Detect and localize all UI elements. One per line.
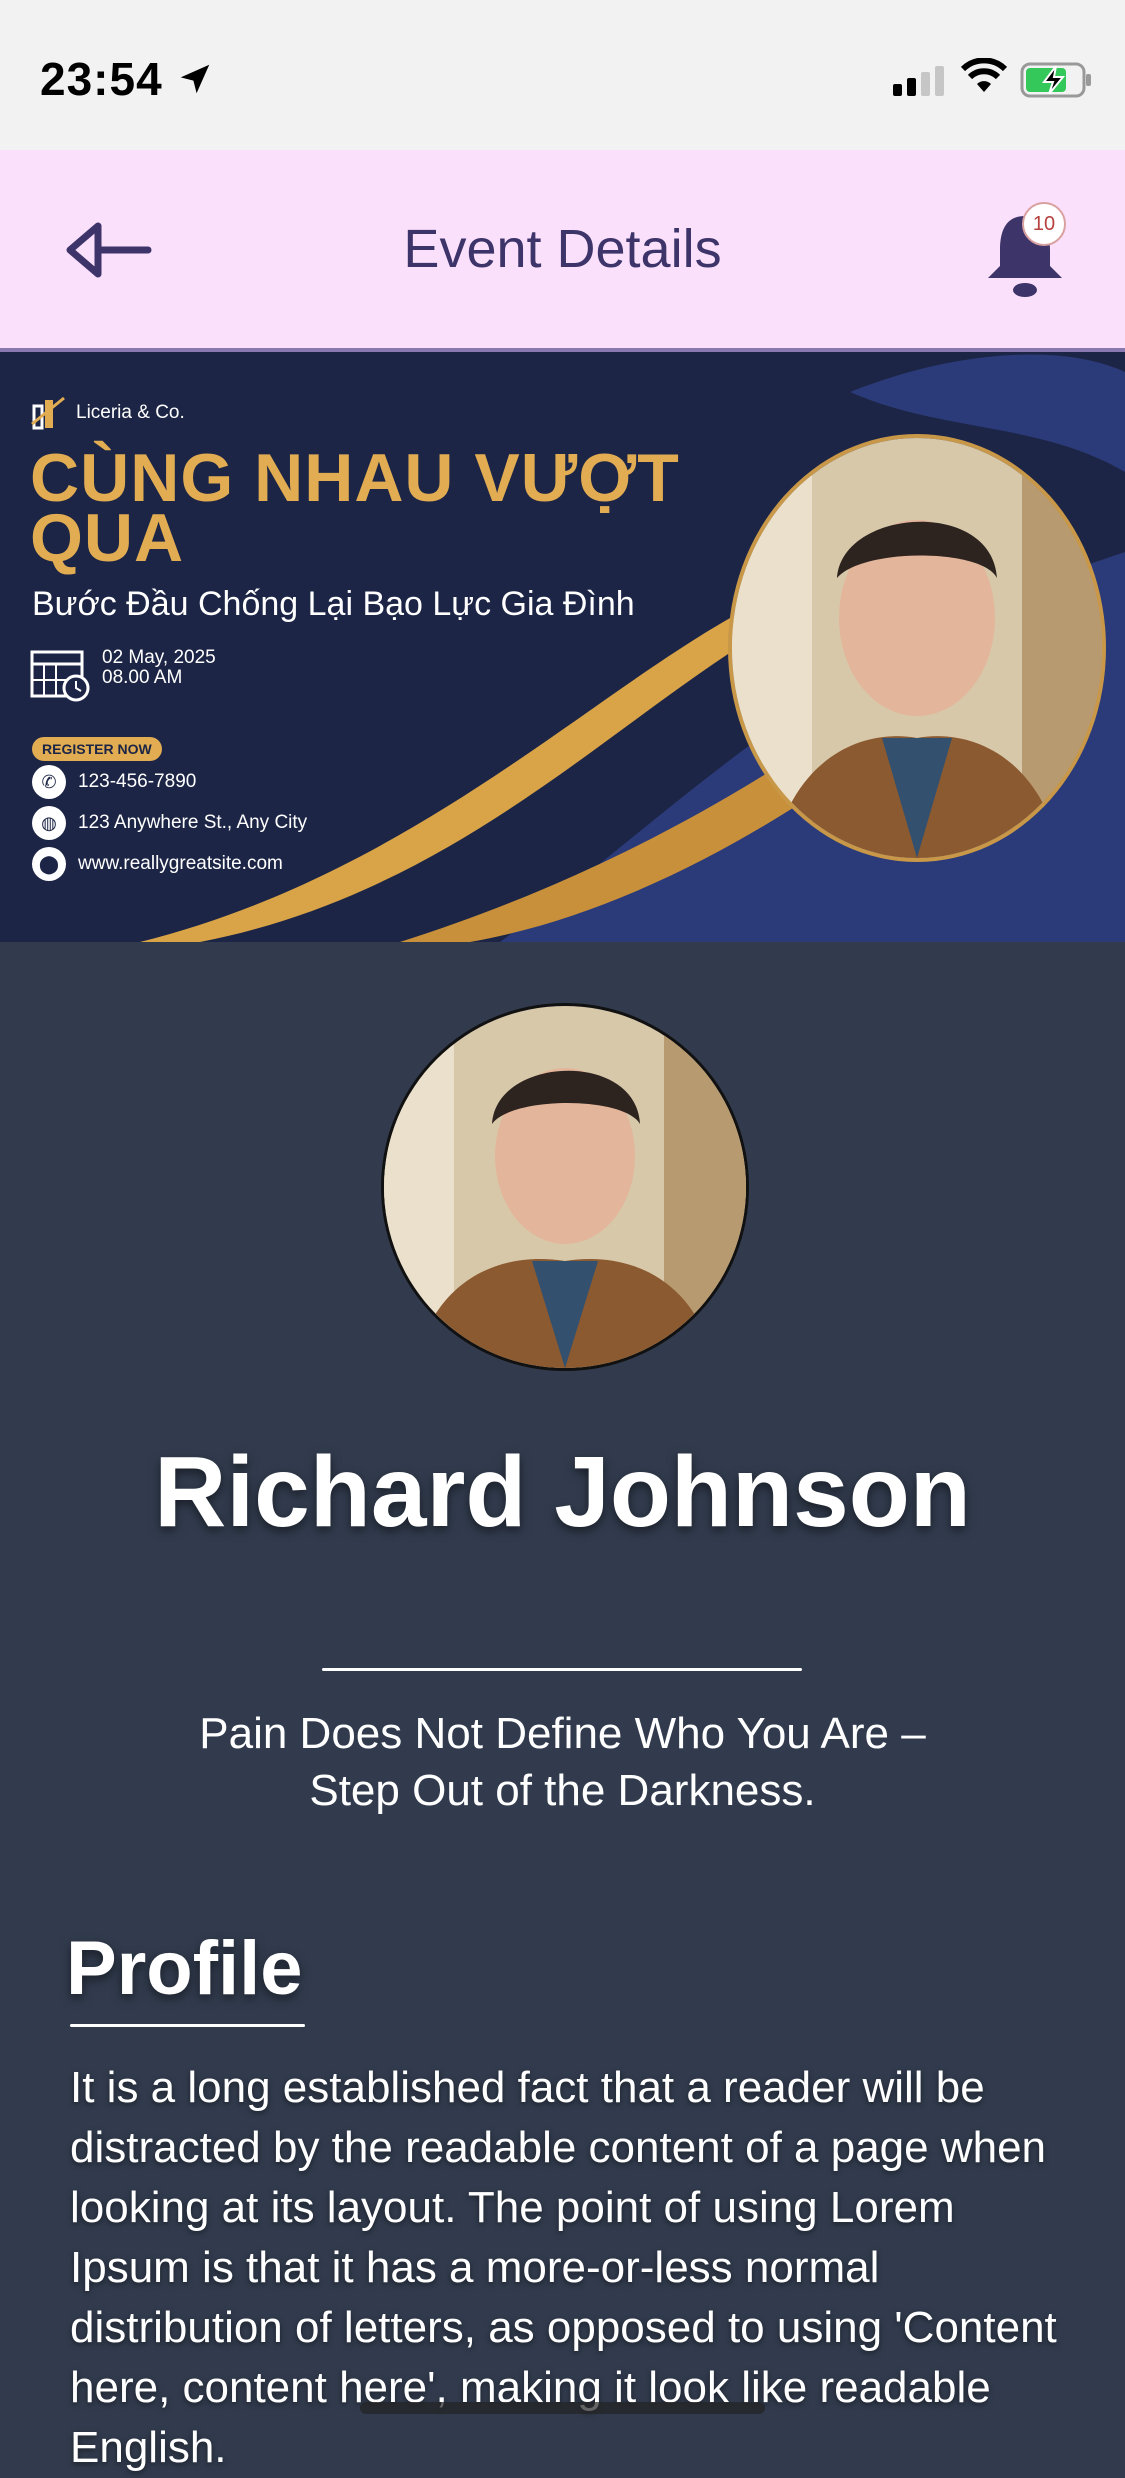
brand-logo-icon [31, 396, 65, 430]
battery-charging-icon [1020, 62, 1091, 98]
location-arrow-icon [180, 64, 210, 94]
wifi-icon [960, 58, 1008, 92]
cellular-signal-icon [893, 66, 944, 96]
profile-heading: Profile [66, 1926, 303, 2011]
speaker-tagline: Pain Does Not Define Who You Are – Step … [199, 1709, 926, 1815]
page-title: Event Details [403, 219, 722, 279]
address-row: ◍ 123 Anywhere St., Any City [32, 806, 307, 840]
calendar-icon [30, 650, 90, 702]
speaker-avatar [381, 1003, 749, 1371]
speaker-name: Richard Johnson [154, 1436, 971, 1548]
notifications-button[interactable]: 10 [980, 202, 1070, 302]
status-time: 23:54 [40, 53, 163, 105]
phone-row: ✆ 123-456-7890 [32, 765, 196, 799]
event-date: 02 May, 2025 [102, 647, 216, 668]
phone-icon: ✆ [32, 765, 66, 799]
location-pin-icon: ⬤ [32, 847, 66, 881]
event-banner: Liceria & Co. CÙNG NHAU VƯỢT QUA Bước Đầ… [0, 352, 1125, 942]
name-underline [322, 1668, 802, 1671]
brand-name: Liceria & Co. [76, 402, 185, 423]
phone-number: 123-456-7890 [78, 771, 197, 792]
event-time: 08.00 AM [102, 667, 183, 688]
register-badge: REGISTER NOW [32, 737, 162, 761]
status-bar: 23:54 [0, 0, 1125, 150]
website-row: ⬤ www.reallygreatsite.com [32, 847, 283, 881]
app-header: Event Details 10 [0, 150, 1125, 352]
banner-speaker-photo [728, 434, 1106, 862]
event-date-block: 02 May, 2025 08.00 AM [30, 648, 216, 702]
globe-icon: ◍ [32, 806, 66, 840]
notification-count-badge: 10 [1022, 202, 1066, 246]
banner-subtitle: Bước Đầu Chống Lại Bạo Lực Gia Đình [32, 585, 635, 623]
address-text: 123 Anywhere St., Any City [78, 812, 308, 833]
home-indicator [360, 2402, 765, 2414]
brand-logo: Liceria & Co. [30, 394, 185, 432]
banner-title: CÙNG NHAU VƯỢT QUA [30, 440, 680, 576]
website-text: www.reallygreatsite.com [78, 853, 283, 874]
profile-heading-underline [70, 2024, 305, 2027]
profile-text: It is a long established fact that a rea… [70, 2063, 1057, 2472]
